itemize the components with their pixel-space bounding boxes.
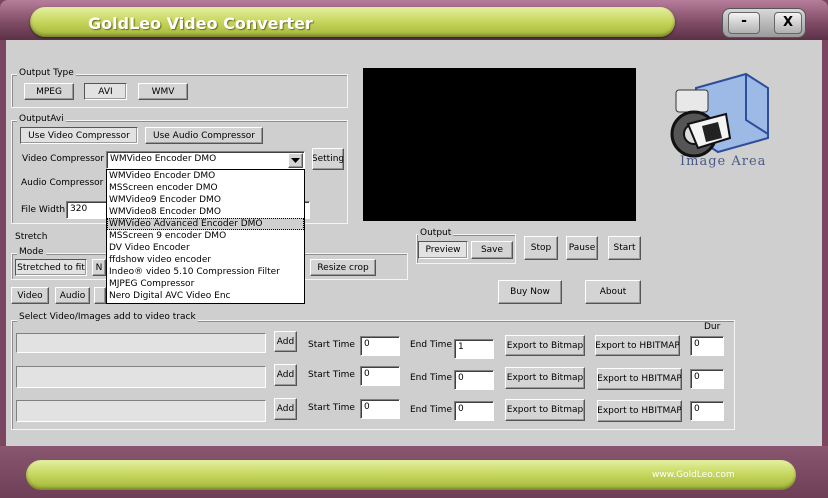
preview-button[interactable]: Preview [418,241,468,259]
use-video-compressor-button[interactable]: Use Video Compressor [20,127,138,144]
dropdown-option[interactable]: WMVideo Encoder DMO [107,170,304,182]
end-time-label-3: End Time [410,405,452,415]
output-avi-label: OutputAvi [17,114,66,124]
dropdown-option[interactable]: MSScreen 9 encoder DMO [107,230,304,242]
dropdown-option[interactable]: Nero Digital AVC Video Enc [107,290,304,302]
close-button[interactable]: X [774,12,802,34]
image-area-label: Image Area [680,154,767,169]
wmv-button[interactable]: WMV [138,83,188,100]
video-preview-area [363,68,636,221]
buy-now-button[interactable]: Buy Now [498,280,562,304]
tab-video[interactable]: Video [11,287,49,304]
track-file-field-2[interactable] [16,366,266,388]
start-time-input-2[interactable]: 0 [360,366,400,386]
video-compressor-label: Video Compressor [22,154,104,164]
add-button-1[interactable]: Add [274,331,297,352]
image-area-icon: Image Area [668,68,783,173]
add-button-3[interactable]: Add [274,398,297,420]
dur-input-3[interactable]: 0 [690,401,724,421]
end-time-input-3[interactable]: 0 [454,401,494,421]
pause-button[interactable]: Pause [566,236,598,260]
mpeg-button[interactable]: MPEG [24,83,74,100]
chevron-down-icon[interactable] [288,153,303,168]
minimize-button[interactable]: - [728,12,760,34]
dur-input-1[interactable]: 0 [690,336,724,356]
export-hbitmap-button-2[interactable]: Export to HBITMAP [597,368,682,390]
output-type-label: Output Type [17,68,76,78]
track-file-field-1[interactable] [16,333,266,353]
add-button-2[interactable]: Add [274,364,297,386]
end-time-input-1[interactable]: 1 [454,339,494,359]
end-time-label-2: End Time [410,373,452,383]
export-hbitmap-button-3[interactable]: Export to HBITMAP [597,400,682,422]
start-time-input-3[interactable]: 0 [360,399,400,419]
stretched-to-fit-button[interactable]: Stretched to fit [15,259,87,276]
tracks-label: Select Video/Images add to video track [17,312,198,322]
dropdown-option[interactable]: DV Video Encoder [107,242,304,254]
stretch-label: Stretch [15,232,48,242]
video-compressor-dropdown-list[interactable]: WMVideo Encoder DMO MSScreen encoder DMO… [106,169,305,304]
save-button[interactable]: Save [471,241,513,259]
audio-compressor-label: Audio Compressor [21,178,104,188]
dropdown-option[interactable]: ffdshow video encoder [107,254,304,266]
dropdown-option[interactable]: WMVideo8 Encoder DMO [107,206,304,218]
file-width-label: File Width [21,205,66,215]
tab-more[interactable] [94,287,106,304]
website-link[interactable]: www.GoldLeo.com [652,470,735,480]
dropdown-option[interactable]: Indeo® video 5.10 Compression Filter [107,266,304,278]
export-bitmap-button-1[interactable]: Export to Bitmap [505,335,585,356]
end-time-input-2[interactable]: 0 [454,370,494,390]
mode-label: Mode [17,247,46,257]
about-button[interactable]: About [585,280,641,304]
start-button[interactable]: Start [608,236,641,260]
export-bitmap-button-2[interactable]: Export to Bitmap [505,367,585,389]
dropdown-option[interactable]: MSScreen encoder DMO [107,182,304,194]
use-audio-compressor-button[interactable]: Use Audio Compressor [145,127,263,144]
stop-button[interactable]: Stop [524,236,558,260]
track-file-field-3[interactable] [16,400,266,422]
start-time-label-1: Start Time [308,340,355,350]
start-time-label-3: Start Time [308,403,355,413]
file-width-input[interactable]: 320 [66,201,110,219]
export-hbitmap-button-1[interactable]: Export to HBITMAP [595,335,680,356]
avi-button[interactable]: AVI [84,83,127,100]
export-bitmap-button-3[interactable]: Export to Bitmap [505,399,585,421]
dropdown-option[interactable]: WMVideo9 Encoder DMO [107,194,304,206]
start-time-label-2: Start Time [308,370,355,380]
tab-audio[interactable]: Audio [55,287,90,304]
dropdown-option[interactable]: MJPEG Compressor [107,278,304,290]
dropdown-option-highlighted[interactable]: WMVideo Advanced Encoder DMO [107,218,304,230]
resize-crop-button[interactable]: Resize crop [310,259,376,276]
dur-label: Dur [704,322,721,332]
start-time-input-1[interactable]: 0 [360,336,400,356]
end-time-label-1: End Time [410,340,452,350]
output-label: Output [418,228,454,238]
dur-input-2[interactable]: 0 [690,369,724,389]
setting-button[interactable]: Setting [312,148,344,170]
mode-n-button[interactable]: N [92,259,106,276]
window-title: GoldLeo Video Converter [88,14,313,33]
video-compressor-select[interactable]: WMVideo Encoder DMO [106,151,305,169]
